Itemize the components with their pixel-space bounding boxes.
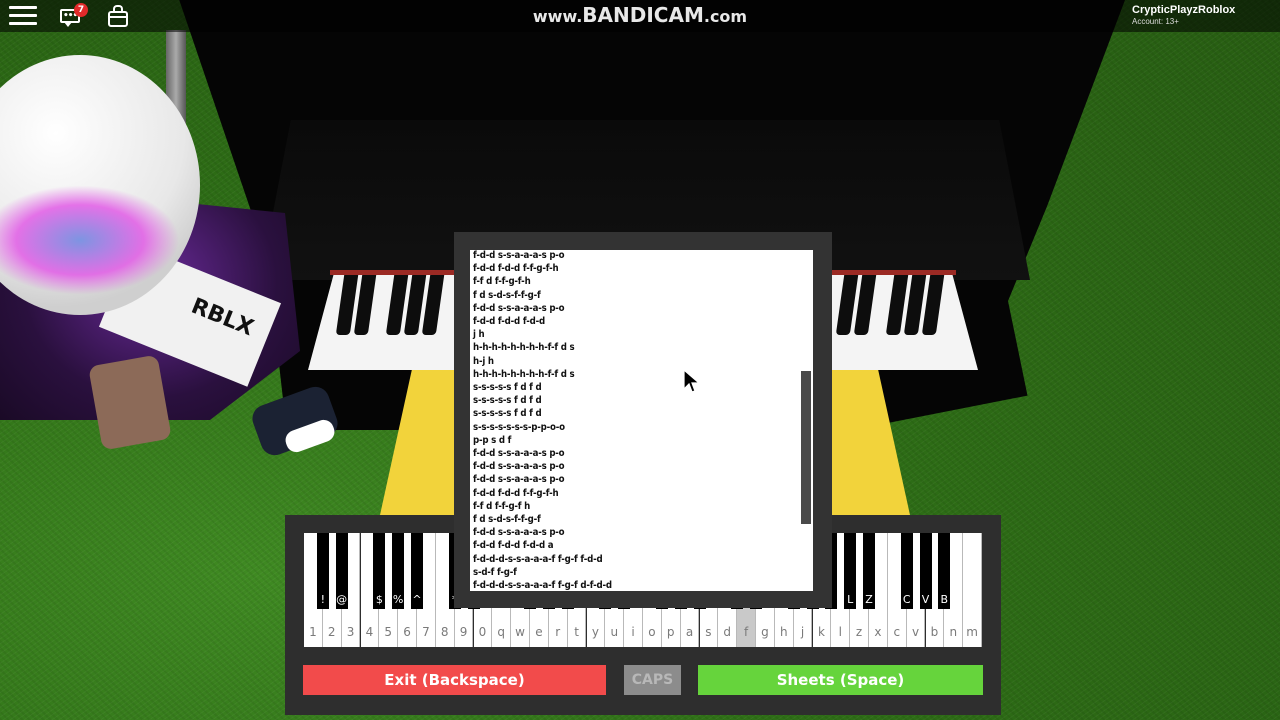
key-label: t xyxy=(574,625,579,639)
key-label: 9 xyxy=(459,625,468,639)
sheet-line: f-d-d f-d-d f-f-g-f-h xyxy=(473,263,559,275)
key-label: d xyxy=(723,625,732,639)
sheet-line: f-d-d f-d-d f-d-d xyxy=(473,316,545,328)
sheet-line: s-s-s-s-s f d f d xyxy=(473,395,542,407)
sheet-line: s-s-s-s-s-s-s-p-p-o-o xyxy=(473,421,565,433)
black-key-C[interactable]: C xyxy=(900,533,913,609)
key-label: p xyxy=(666,625,675,639)
black-key-B[interactable]: B xyxy=(938,533,951,609)
key-label: c xyxy=(893,625,901,639)
key-label: V xyxy=(921,593,930,606)
key-label: x xyxy=(874,625,882,639)
key-label: @ xyxy=(336,593,348,606)
key-label: h xyxy=(779,625,788,639)
sheet-lines: f-d-d s-s-a-a-a-s p-o f-d-d f-d-d f-f-g-f… xyxy=(473,250,612,591)
key-label: o xyxy=(648,625,656,639)
key-label: u xyxy=(610,625,619,639)
key-label: n xyxy=(949,625,958,639)
key-label: B xyxy=(940,593,949,606)
sheet-line: j h xyxy=(473,329,485,341)
sheet-line: f-d-d s-s-a-a-a-s p-o xyxy=(473,474,565,486)
black-key-%[interactable]: % xyxy=(392,533,405,609)
sheet-line: f-d-d s-s-a-a-a-s p-o xyxy=(473,448,565,460)
sheet-line: f-d-d s-s-a-a-a-s p-o xyxy=(473,461,565,473)
key-label: v xyxy=(912,625,920,639)
sheet-line: s-s-s-s-s f d f d xyxy=(473,382,542,394)
sheet-line: h-h-h-h-h-h-h-h-f-f d s xyxy=(473,368,575,380)
sheet-line: f-d-d s-s-a-a-a-s p-o xyxy=(473,250,565,261)
key-label: 3 xyxy=(346,625,355,639)
sheet-line: f-d-d s-s-a-a-a-s p-o xyxy=(473,527,565,539)
key-label: j xyxy=(800,625,805,639)
sheet-line: p-p s d f xyxy=(473,434,512,446)
key-label: y xyxy=(591,625,599,639)
key-label: $ xyxy=(375,593,383,606)
key-label: q xyxy=(497,625,506,639)
key-label: ! xyxy=(320,593,326,606)
key-label: 0 xyxy=(478,625,487,639)
key-label: f xyxy=(743,625,749,639)
key-label: z xyxy=(855,625,863,639)
key-label: % xyxy=(392,593,404,606)
key-label: w xyxy=(515,625,525,639)
sheet-line: h-h-h-h-h-h-h-h-f-f d s xyxy=(473,342,575,354)
sheet-line: f-d-d f-d-d f-d-d a xyxy=(473,540,554,552)
key-label: s xyxy=(705,625,712,639)
key-label: m xyxy=(966,625,978,639)
black-key-^[interactable]: ^ xyxy=(411,533,423,609)
white-key-m[interactable]: m xyxy=(963,533,982,647)
sheet-line: f-d-d-d-s-s-a-a-a-f f-g-f d-f-d-d xyxy=(473,580,612,591)
key-label: k xyxy=(817,625,825,639)
sheet-line: f d s-d-s-f-f-g-f xyxy=(473,289,541,301)
account-age-label: Account: 13+ xyxy=(1132,17,1179,26)
key-label: l xyxy=(838,625,842,639)
sheet-line: f d s-d-s-f-f-g-f xyxy=(473,514,541,526)
sheet-line: h-j h xyxy=(473,355,494,367)
roblox-topbar: ••• 7 www.BANDICAM.com CrypticPlayzRoblo… xyxy=(0,0,1280,32)
sheet-line: f-f d f-f-g-f h xyxy=(473,500,531,512)
black-key-V[interactable]: V xyxy=(919,533,932,609)
caps-toggle[interactable]: CAPS xyxy=(624,665,681,695)
black-key-Z[interactable]: Z xyxy=(863,533,875,609)
key-label: C xyxy=(902,593,911,606)
mouse-cursor-icon xyxy=(683,369,701,393)
sheet-line: s-d-f f-g-f xyxy=(473,566,517,578)
black-key-L[interactable]: L xyxy=(844,533,857,609)
bandicam-watermark: www.BANDICAM.com xyxy=(532,3,748,27)
username-label: CrypticPlayzRoblox xyxy=(1132,4,1236,16)
key-label: 4 xyxy=(365,625,374,639)
key-label: 2 xyxy=(327,625,336,639)
sheet-line: f-d-d s-s-a-a-a-s p-o xyxy=(473,302,565,314)
black-key-$[interactable]: $ xyxy=(373,533,386,609)
key-label: ^ xyxy=(412,593,422,606)
sheet-music-page[interactable]: f-d-d s-s-a-a-a-s p-o f-d-d f-d-d f-f-g-f… xyxy=(470,250,813,591)
sheets-button[interactable]: Sheets (Space) xyxy=(698,665,983,695)
key-label: 8 xyxy=(440,625,449,639)
sheet-line: f-f d f-f-g-f-h xyxy=(473,276,531,288)
key-label: 5 xyxy=(384,625,393,639)
key-label: 7 xyxy=(422,625,430,639)
key-label: L xyxy=(847,593,854,606)
key-label: g xyxy=(761,625,769,639)
sheet-scrollbar[interactable] xyxy=(801,371,811,524)
black-key-![interactable]: ! xyxy=(316,533,329,609)
sheet-line: s-s-s-s-s f d f d xyxy=(473,408,542,420)
avatar-leg xyxy=(88,354,172,451)
key-label: 6 xyxy=(403,625,411,639)
black-key-@[interactable]: @ xyxy=(335,533,348,609)
sheet-line: f-d-d-d-s-s-a-a-a-f f-g-f f-d-d xyxy=(473,553,603,565)
exit-button[interactable]: Exit (Backspace) xyxy=(303,665,606,695)
key-label: e xyxy=(535,625,543,639)
key-label: Z xyxy=(865,593,873,606)
key-label: r xyxy=(555,625,561,639)
key-label: i xyxy=(631,625,635,639)
sheet-line: f-d-d f-d-d f-f-g-f-h xyxy=(473,487,559,499)
key-label: a xyxy=(685,625,694,639)
key-label: b xyxy=(930,625,939,639)
key-label: 1 xyxy=(309,625,317,639)
